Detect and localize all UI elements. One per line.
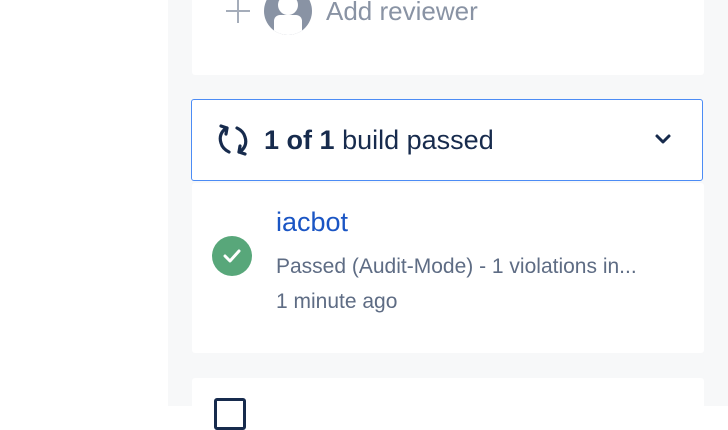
plus-icon <box>226 0 250 23</box>
builds-of-label: of <box>286 125 313 155</box>
add-reviewer-button[interactable]: Add reviewer <box>226 0 478 35</box>
build-name-link[interactable]: iacbot <box>276 204 348 240</box>
builds-section-header[interactable]: 1 of 1 build passed <box>191 99 703 181</box>
builds-total-count: 1 <box>319 125 335 155</box>
builds-summary: 1 of 1 build passed <box>264 122 494 158</box>
builds-passed-count: 1 <box>264 125 280 155</box>
avatar-icon <box>264 0 312 35</box>
check-circle-icon <box>212 236 252 276</box>
build-timestamp: 1 minute ago <box>276 290 398 313</box>
builds-status-text: build passed <box>342 125 494 155</box>
build-status-text: Passed (Audit-Mode) - 1 violations in... <box>276 255 637 278</box>
refresh-icon <box>216 122 250 158</box>
next-section-card <box>192 378 704 418</box>
checkbox-icon <box>214 398 246 430</box>
main-content-area <box>0 0 168 406</box>
chevron-down-icon[interactable] <box>654 130 672 148</box>
add-reviewer-label: Add reviewer <box>326 0 478 26</box>
